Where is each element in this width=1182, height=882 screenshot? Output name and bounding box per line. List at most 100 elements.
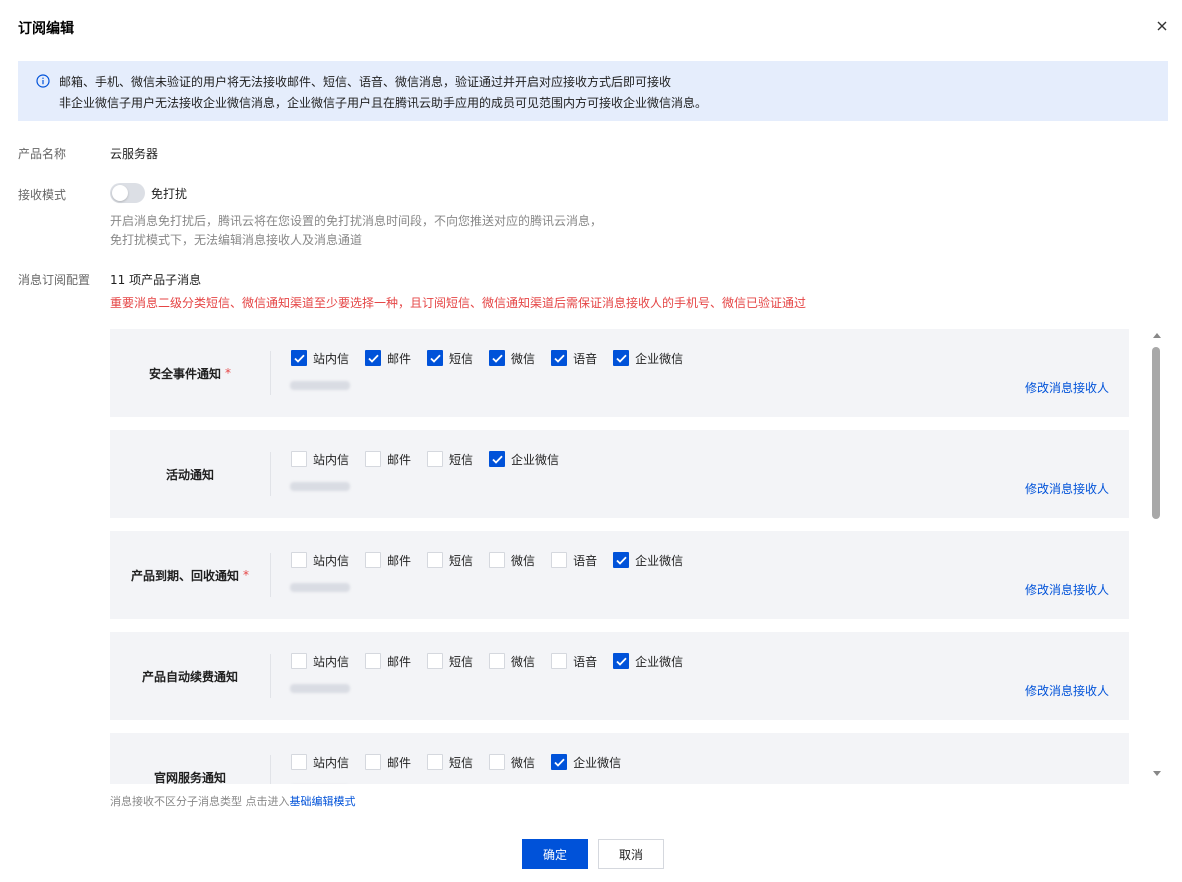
scroll-down-arrow-icon[interactable] (1153, 771, 1161, 776)
checkbox-unchecked-icon[interactable] (427, 552, 444, 568)
channel-label: 企业微信 (635, 654, 684, 669)
channel-checkbox[interactable]: 企业微信 (489, 450, 559, 468)
checkbox-unchecked-icon[interactable] (291, 451, 307, 467)
channel-checkbox[interactable]: 邮件 (365, 450, 411, 468)
channel-checkbox[interactable]: 短信 (427, 652, 473, 670)
channel-label: 企业微信 (573, 755, 622, 770)
channel-checkbox[interactable]: 邮件 (365, 551, 411, 569)
channel-checkbox[interactable]: 微信 (489, 551, 535, 569)
channel-label: 邮件 (387, 654, 412, 669)
channel-checkbox[interactable]: 邮件 (365, 652, 411, 670)
recipient-redacted (290, 583, 350, 592)
channel-checkbox[interactable]: 短信 (427, 551, 473, 569)
channel-checkbox[interactable]: 站内信 (291, 753, 349, 771)
checkbox-checked-icon[interactable] (291, 350, 307, 366)
checkbox-unchecked-icon[interactable] (365, 552, 382, 568)
channel-checkbox[interactable]: 邮件 (365, 349, 411, 367)
checkbox-checked-icon[interactable] (489, 350, 506, 366)
channel-label: 企业微信 (511, 452, 560, 467)
modify-recipient-link[interactable]: 修改消息接收人 (1025, 379, 1109, 396)
channel-checkbox[interactable]: 短信 (427, 753, 473, 771)
channel-checkbox[interactable]: 站内信 (291, 450, 349, 468)
modify-recipient-link[interactable]: 修改消息接收人 (1025, 581, 1109, 598)
channel-checkbox[interactable]: 站内信 (291, 551, 349, 569)
checkbox-unchecked-icon[interactable] (427, 754, 444, 770)
close-icon[interactable] (1150, 14, 1174, 38)
notice-banner: 邮箱、手机、微信未验证的用户将无法接收邮件、短信、语音、微信消息，验证通过并开启… (18, 61, 1168, 121)
checkbox-unchecked-icon[interactable] (365, 754, 382, 770)
checkbox-checked-icon[interactable] (551, 754, 568, 770)
checkbox-unchecked-icon[interactable] (365, 653, 382, 669)
channel-checkbox[interactable]: 企业微信 (551, 753, 621, 771)
channel-checkbox[interactable]: 企业微信 (613, 652, 683, 670)
checkbox-unchecked-icon[interactable] (291, 653, 307, 669)
checkbox-unchecked-icon[interactable] (291, 552, 307, 568)
footer-note-text: 消息接收不区分子消息类型 点击进入 (110, 795, 290, 808)
checkbox-unchecked-icon[interactable] (291, 754, 307, 770)
checkbox-unchecked-icon[interactable] (427, 653, 444, 669)
modify-recipient-link[interactable]: 修改消息接收人 (1025, 480, 1109, 497)
channel-label: 短信 (449, 351, 474, 366)
dnd-switch-label: 免打扰 (151, 187, 188, 201)
channel-checkbox[interactable]: 站内信 (291, 652, 349, 670)
subscription-card: 活动通知 站内信 邮件 短信 企业微信 修改消息接收人 (110, 430, 1129, 518)
scrollbar[interactable] (1150, 331, 1164, 778)
cancel-button[interactable]: 取消 (598, 839, 664, 869)
channel-group: 站内信 邮件 短信 微信 语音 企业微信 (291, 652, 699, 670)
channel-checkbox[interactable]: 短信 (427, 450, 473, 468)
card-divider (270, 553, 271, 597)
checkbox-checked-icon[interactable] (489, 451, 506, 467)
checkbox-checked-icon[interactable] (613, 350, 630, 366)
checkbox-checked-icon[interactable] (613, 552, 630, 568)
product-name-label: 产品名称 (18, 147, 67, 161)
checkbox-checked-icon[interactable] (613, 653, 630, 669)
subscription-card: 产品到期、回收通知 * 站内信 邮件 短信 微信 语音 企业微信修改消息接收人 (110, 531, 1129, 619)
card-title-text: 产品自动续费通知 (141, 669, 238, 684)
card-divider (270, 351, 271, 395)
channel-checkbox[interactable]: 微信 (489, 753, 535, 771)
channel-label: 邮件 (387, 351, 412, 366)
card-title-text: 产品到期、回收通知 (130, 568, 239, 583)
subscription-list[interactable]: 安全事件通知 * 站内信 邮件 短信 微信 语音 企业微信 修改消息接收人 活动通知 站内信 邮件 短信… (110, 329, 1158, 784)
checkbox-checked-icon[interactable] (551, 350, 568, 366)
checkbox-unchecked-icon[interactable] (489, 653, 506, 669)
channel-checkbox[interactable]: 语音 (551, 652, 597, 670)
switch-knob (112, 185, 128, 201)
card-title: 产品到期、回收通知 * (110, 531, 270, 619)
channel-checkbox[interactable]: 短信 (427, 349, 473, 367)
card-title-text: 官网服务通知 (153, 770, 226, 785)
checkbox-unchecked-icon[interactable] (551, 653, 568, 669)
required-marker: * (225, 366, 231, 380)
subscription-config-label: 消息订阅配置 (18, 273, 91, 287)
scroll-up-arrow-icon[interactable] (1153, 333, 1161, 338)
channel-label: 站内信 (313, 351, 350, 366)
checkbox-unchecked-icon[interactable] (551, 552, 568, 568)
basic-edit-mode-link[interactable]: 基础编辑模式 (290, 795, 356, 808)
channel-label: 站内信 (313, 755, 350, 770)
checkbox-unchecked-icon[interactable] (489, 754, 506, 770)
checkbox-unchecked-icon[interactable] (489, 552, 506, 568)
channel-label: 邮件 (387, 452, 412, 467)
modify-recipient-link[interactable]: 修改消息接收人 (1025, 682, 1109, 699)
scrollbar-thumb[interactable] (1152, 347, 1160, 519)
checkbox-unchecked-icon[interactable] (365, 451, 382, 467)
receive-mode-label: 接收模式 (18, 188, 67, 202)
recipient-redacted (290, 482, 350, 491)
checkbox-checked-icon[interactable] (365, 350, 382, 366)
confirm-button[interactable]: 确定 (522, 839, 588, 869)
card-title: 产品自动续费通知 (110, 632, 270, 720)
checkbox-checked-icon[interactable] (427, 350, 444, 366)
channel-checkbox[interactable]: 语音 (551, 551, 597, 569)
checkbox-unchecked-icon[interactable] (427, 451, 444, 467)
product-name-value: 云服务器 (110, 147, 159, 161)
channel-checkbox[interactable]: 微信 (489, 652, 535, 670)
channel-checkbox[interactable]: 企业微信 (613, 551, 683, 569)
channel-checkbox[interactable]: 企业微信 (613, 349, 683, 367)
channel-label: 邮件 (387, 755, 412, 770)
channel-label: 站内信 (313, 553, 350, 568)
channel-checkbox[interactable]: 站内信 (291, 349, 349, 367)
channel-checkbox[interactable]: 邮件 (365, 753, 411, 771)
dnd-switch[interactable] (110, 183, 145, 203)
channel-checkbox[interactable]: 微信 (489, 349, 535, 367)
channel-checkbox[interactable]: 语音 (551, 349, 597, 367)
